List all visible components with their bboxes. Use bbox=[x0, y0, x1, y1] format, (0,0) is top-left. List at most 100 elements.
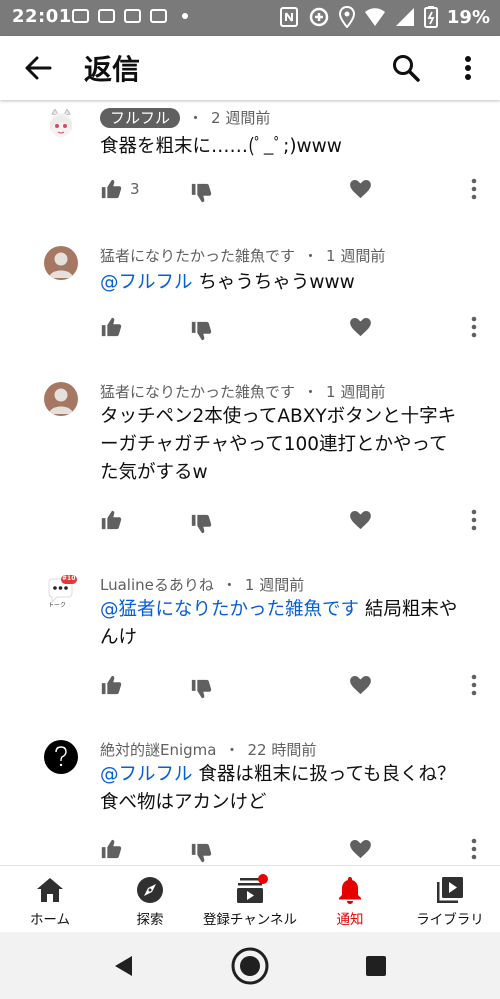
nav-label: 通知 bbox=[336, 912, 364, 928]
explore-icon bbox=[137, 877, 163, 903]
data-saver-icon bbox=[309, 7, 329, 27]
avatar[interactable] bbox=[44, 108, 78, 142]
comment-actions bbox=[100, 838, 490, 864]
system-home-icon[interactable] bbox=[230, 946, 270, 986]
comment-body: 食器は粗末に扱っても良くね？ bbox=[198, 764, 456, 785]
nav-label: ホーム bbox=[29, 912, 71, 928]
avatar[interactable] bbox=[44, 740, 78, 774]
avatar[interactable] bbox=[44, 382, 78, 416]
comment-menu-icon[interactable] bbox=[470, 509, 478, 531]
system-navigation-bar bbox=[0, 932, 500, 999]
battery-icon bbox=[423, 6, 438, 28]
status-bar: 22:01 19% bbox=[0, 0, 500, 36]
system-recents-icon[interactable] bbox=[365, 955, 387, 977]
comment-author[interactable]: Lualineるありね bbox=[100, 576, 214, 594]
nav-label: 探索 bbox=[136, 912, 164, 928]
comment-author[interactable]: 猛者になりたかった雑魚です bbox=[100, 383, 295, 401]
comment-meta: Lualineるありね・ 1 週間前 bbox=[100, 576, 305, 594]
comment-actions: 3 bbox=[100, 178, 490, 204]
comment-menu-icon[interactable] bbox=[470, 674, 478, 696]
heart-icon[interactable] bbox=[350, 840, 371, 859]
home-icon bbox=[37, 878, 63, 902]
comment-meta: 猛者になりたかった雑魚です・ 1 週間前 bbox=[100, 383, 386, 401]
notification-icons bbox=[72, 9, 188, 23]
comment-body-line: 食べ物はアカンけど bbox=[100, 792, 267, 813]
app-bar: 返信 bbox=[0, 36, 500, 100]
comment-text: @フルフル 食器は粗末に扱っても良くね？ 食べ物はアカンけど bbox=[100, 761, 480, 817]
dislike-icon[interactable] bbox=[190, 842, 212, 864]
avatar[interactable]: #10 トーク bbox=[44, 575, 78, 609]
nav-label: ライブラリ bbox=[416, 912, 484, 928]
heart-icon[interactable] bbox=[350, 318, 371, 337]
mention-link[interactable]: @猛者になりたかった雑魚です bbox=[100, 599, 359, 620]
heart-icon[interactable] bbox=[350, 676, 371, 695]
like-icon[interactable] bbox=[100, 838, 122, 860]
comment-text: タッチペン2本使ってABXYボタンと十字キ ーガチャガチャやって100連打とかや… bbox=[100, 403, 480, 487]
new-content-dot bbox=[258, 874, 268, 884]
comment-text: 食器を粗末に……(ﾟ_ﾟ;)www bbox=[100, 133, 480, 161]
comment-actions bbox=[100, 674, 490, 700]
comment-time: 22 時間前 bbox=[247, 741, 317, 759]
mention-link[interactable]: @フルフル bbox=[100, 272, 193, 293]
default-avatar-icon bbox=[49, 252, 73, 278]
search-icon[interactable] bbox=[390, 52, 422, 84]
more-notifications-dot bbox=[182, 13, 188, 19]
comment-text: @フルフル ちゃうちゃうwww bbox=[100, 269, 480, 297]
comment-meta: 絶対的謎Enigma ・ 22 時間前 bbox=[100, 741, 317, 759]
library-icon bbox=[437, 877, 463, 903]
like-icon[interactable] bbox=[100, 316, 122, 338]
comment-author[interactable]: 猛者になりたかった雑魚です bbox=[100, 247, 295, 265]
question-mark-avatar-icon bbox=[55, 746, 67, 767]
more-options-icon[interactable] bbox=[456, 52, 480, 84]
avatar-badge: #10 bbox=[62, 575, 76, 582]
like-icon[interactable] bbox=[100, 509, 122, 531]
comment-menu-icon[interactable] bbox=[470, 838, 478, 860]
nav-subscriptions[interactable]: 登録チャンネル bbox=[200, 866, 300, 933]
system-status-icons: 19% bbox=[279, 6, 490, 28]
anime-avatar-icon bbox=[50, 108, 72, 137]
comment-time: 1 週間前 bbox=[326, 247, 386, 265]
comment-author-chip[interactable]: フルフル bbox=[100, 108, 181, 128]
reply-list[interactable]: フルフル・ 2 週間前 食器を粗末に……(ﾟ_ﾟ;)www 3 猛者になりたかった… bbox=[0, 100, 500, 865]
comment-author[interactable]: 絶対的謎Enigma bbox=[100, 741, 216, 759]
like-icon[interactable] bbox=[100, 178, 122, 200]
system-back-icon[interactable] bbox=[112, 954, 136, 978]
heart-icon[interactable] bbox=[350, 511, 371, 530]
comment-meta: フルフル・ 2 週間前 bbox=[100, 107, 270, 128]
location-icon bbox=[338, 6, 355, 28]
nav-label: 登録チャンネル bbox=[202, 912, 298, 928]
status-time: 22:01 bbox=[12, 6, 72, 27]
like-count: 3 bbox=[130, 180, 140, 198]
comment-actions bbox=[100, 316, 490, 342]
avatar[interactable] bbox=[44, 246, 78, 280]
dislike-icon[interactable] bbox=[190, 320, 212, 342]
comment-item: #10 トーク Lualineるありね・ 1 週間前 @猛者になりたかった雑魚です… bbox=[0, 567, 500, 700]
comment-body-line: ーガチャガチャやって100連打とかやって bbox=[100, 434, 448, 455]
mention-link[interactable]: @フルフル bbox=[100, 764, 193, 785]
comment-time: 1 週間前 bbox=[326, 383, 386, 401]
bell-icon bbox=[339, 877, 361, 904]
heart-icon[interactable] bbox=[350, 180, 371, 199]
comment-actions bbox=[100, 509, 490, 535]
comment-item: 猛者になりたかった雑魚です・ 1 週間前 タッチペン2本使ってABXYボタンと十字… bbox=[0, 374, 500, 534]
nav-home[interactable]: ホーム bbox=[0, 866, 100, 933]
comment-body: 食器を粗末に……(ﾟ_ﾟ;)www bbox=[100, 136, 342, 157]
dislike-icon[interactable] bbox=[190, 678, 212, 700]
nav-notifications[interactable]: 通知 bbox=[300, 866, 400, 933]
back-arrow-icon[interactable] bbox=[22, 52, 54, 84]
notification-app-icon bbox=[72, 9, 89, 23]
dislike-icon[interactable] bbox=[190, 513, 212, 535]
like-icon[interactable] bbox=[100, 674, 122, 696]
comment-body-line: んけ bbox=[100, 627, 138, 648]
comment-body-line: タッチペン2本使ってABXYボタンと十字キ bbox=[100, 406, 457, 427]
nav-explore[interactable]: 探索 bbox=[100, 866, 200, 933]
comment-menu-icon[interactable] bbox=[470, 178, 478, 200]
comment-body-line: た気がするw bbox=[100, 462, 208, 483]
nav-library[interactable]: ライブラリ bbox=[400, 866, 500, 933]
comment-meta: 猛者になりたかった雑魚です・ 1 週間前 bbox=[100, 247, 386, 265]
dislike-icon[interactable] bbox=[190, 182, 212, 204]
comment-menu-icon[interactable] bbox=[470, 316, 478, 338]
notification-app-icon bbox=[150, 9, 167, 23]
signal-icon bbox=[395, 8, 414, 26]
battery-percent: 19% bbox=[446, 6, 490, 28]
